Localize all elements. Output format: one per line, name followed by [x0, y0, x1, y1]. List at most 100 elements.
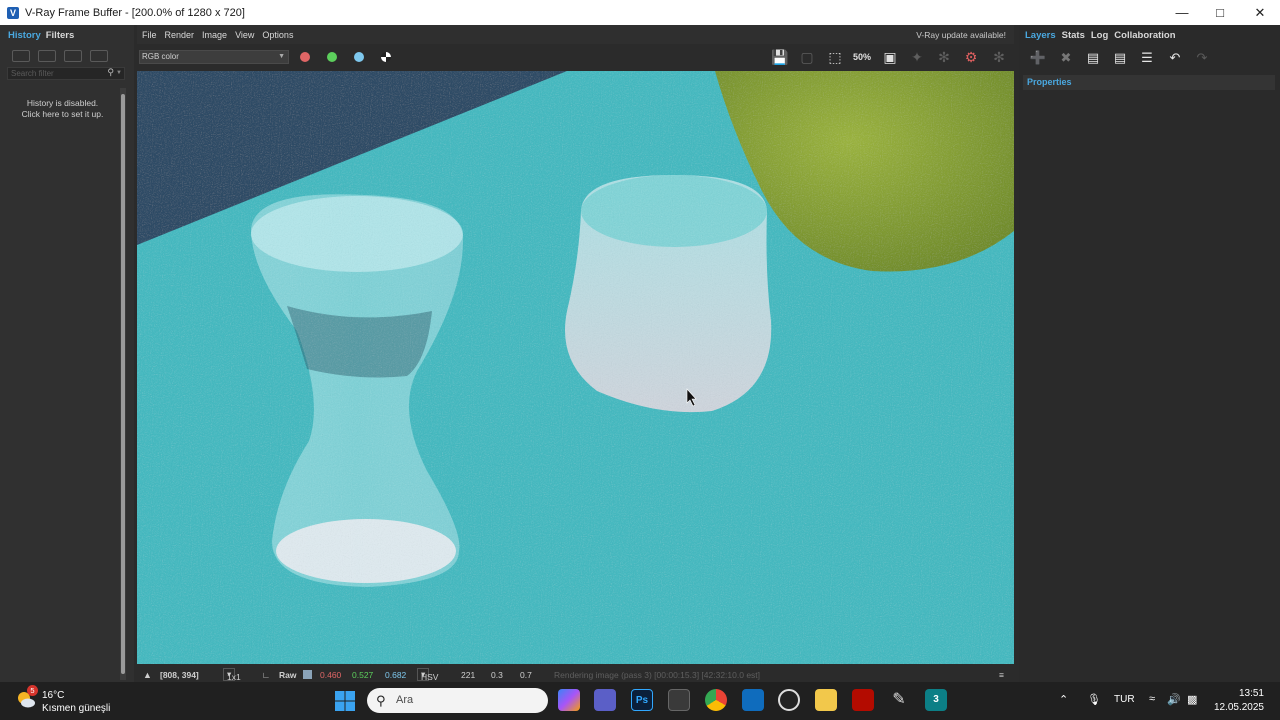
chevron-up-icon[interactable]: ⌃: [1059, 693, 1068, 706]
close-button[interactable]: ✕: [1240, 0, 1280, 25]
redo-icon[interactable]: ↷: [1192, 49, 1212, 67]
weather-badge: 5: [27, 685, 38, 696]
weather-text: 16°C Kısmen güneşli: [42, 689, 110, 715]
log-icon[interactable]: ≡: [999, 670, 1004, 680]
red-channel-toggle[interactable]: [300, 52, 310, 62]
history-remove-icon[interactable]: [90, 50, 108, 62]
3dsmax-icon[interactable]: 3: [925, 689, 947, 711]
vray-vision-icon[interactable]: [778, 689, 800, 711]
curve-icon[interactable]: ∟: [262, 670, 270, 680]
interactive-render-icon[interactable]: ✦: [907, 48, 927, 66]
volume-icon[interactable]: 🔊: [1167, 693, 1181, 706]
status-bar: ▲ [808, 394] 1x1 ▾ ∟ Raw 0.460 0.527 0.6…: [137, 667, 1014, 682]
clear-image-icon[interactable]: ▢: [797, 48, 817, 66]
left-panel-scrollbar[interactable]: [120, 88, 126, 680]
copilot-icon[interactable]: [558, 689, 580, 711]
microsoft-store-icon[interactable]: [668, 689, 690, 711]
history-ab-compare-icon[interactable]: [38, 50, 56, 62]
taskbar-clock[interactable]: 13:51 12.05.2025: [1214, 687, 1264, 715]
stop-render-icon[interactable]: ⚙: [961, 48, 981, 66]
history-setup-link[interactable]: Click here to set it up.: [0, 109, 125, 120]
tab-history[interactable]: History: [8, 30, 41, 41]
region-render-icon[interactable]: ⬚: [825, 48, 845, 66]
color-space-select[interactable]: HSV ▾: [417, 668, 438, 682]
color-mode[interactable]: Raw: [279, 670, 296, 680]
save-image-icon[interactable]: 💾: [770, 48, 790, 66]
properties-label: Properties: [1027, 77, 1072, 87]
menu-image[interactable]: Image: [202, 30, 227, 40]
layer-list-icon[interactable]: ☰: [1137, 49, 1157, 67]
pixel-coords: [808, 394]: [160, 670, 199, 680]
layers-toolbar: ➕ ✖ ▤ ▤ ☰ ↶ ↷: [1019, 45, 1280, 71]
history-save-icon[interactable]: [12, 50, 30, 62]
menu-file[interactable]: File: [142, 30, 157, 40]
tab-log[interactable]: Log: [1091, 30, 1108, 41]
scrollbar-thumb[interactable]: [121, 94, 125, 674]
properties-header: Properties: [1023, 75, 1275, 90]
history-disabled-message[interactable]: History is disabled. Click here to set i…: [0, 98, 125, 120]
tab-filters[interactable]: Filters: [46, 30, 75, 41]
photoshop-icon[interactable]: Ps: [631, 689, 653, 711]
battery-icon[interactable]: ▩: [1187, 693, 1197, 706]
tab-layers[interactable]: Layers: [1025, 30, 1056, 41]
chevron-down-icon[interactable]: ▼: [116, 68, 122, 79]
sampling-value: 1x1: [227, 672, 241, 682]
history-load-icon[interactable]: [64, 50, 82, 62]
render-last-icon[interactable]: ✻: [989, 48, 1009, 66]
render-image: [137, 71, 1014, 664]
mail-icon[interactable]: [742, 689, 764, 711]
history-toolbar: [0, 45, 134, 67]
alpha-channel-toggle[interactable]: [381, 52, 391, 62]
pen-tool-icon[interactable]: ✎: [888, 689, 910, 711]
undo-icon[interactable]: ↶: [1165, 49, 1185, 67]
sampling-select[interactable]: 1x1 ▾: [223, 668, 241, 682]
windows-start-icon[interactable]: [334, 690, 356, 712]
search-filter-placeholder: Search filter: [11, 69, 54, 78]
vfb-toolbar: RGB color ▼ 💾 ▢ ⬚ 50% ▣ ✦ ✻ ⚙ ✻: [137, 44, 1014, 71]
chrome-icon[interactable]: [705, 689, 727, 711]
left-panel: History Filters Search filter ⚲ ▼ Histor…: [0, 25, 134, 682]
wifi-icon[interactable]: ≈: [1149, 693, 1155, 705]
saturation-value: 0.3: [491, 670, 503, 680]
acrobat-icon[interactable]: [852, 689, 874, 711]
window-titlebar[interactable]: V V-Ray Frame Buffer - [200.0% of 1280 x…: [0, 0, 1280, 25]
microphone-icon[interactable]: 🎙: [1087, 693, 1101, 706]
color-space-value: HSV: [421, 672, 439, 682]
windows-taskbar: 16°C Kısmen güneşli 5 ⚲ Ara Ps ✎ 3 ⌃ 🎙 T…: [0, 682, 1280, 720]
tab-collaboration[interactable]: Collaboration: [1114, 30, 1175, 41]
clock-date: 12.05.2025: [1213, 702, 1264, 713]
value-value: 0.7: [520, 670, 532, 680]
render-progress-message: Rendering image (pass 3) [00:00:15.3] [4…: [554, 670, 761, 680]
zoom-50-icon[interactable]: 50%: [852, 48, 872, 66]
language-indicator[interactable]: TUR: [1114, 694, 1135, 705]
tab-stats[interactable]: Stats: [1062, 30, 1085, 41]
load-layer-tree-icon[interactable]: ▤: [1110, 49, 1130, 67]
menu-options[interactable]: Options: [262, 30, 293, 40]
menu-bar: File Render Image View Options V-Ray upd…: [137, 25, 1014, 44]
update-notice[interactable]: V-Ray update available!: [916, 30, 1006, 40]
maximize-button[interactable]: □: [1200, 0, 1240, 25]
search-filter-input[interactable]: Search filter ⚲ ▼: [7, 67, 125, 80]
history-disabled-line: History is disabled.: [26, 98, 99, 108]
save-layer-tree-icon[interactable]: ▤: [1083, 49, 1103, 67]
add-layer-icon[interactable]: ➕: [1028, 49, 1048, 67]
left-panel-tabs: History Filters: [0, 25, 134, 45]
pixel-probe-icon[interactable]: ▲: [143, 670, 152, 680]
channel-select[interactable]: RGB color ▼: [139, 50, 289, 64]
taskbar-search-box[interactable]: ⚲ Ara: [367, 688, 548, 713]
minimize-button[interactable]: —: [1162, 0, 1202, 25]
menu-view[interactable]: View: [235, 30, 254, 40]
render-icon[interactable]: ✻: [934, 48, 954, 66]
right-panel: Layers Stats Log Collaboration ➕ ✖ ▤ ▤ ☰…: [1019, 25, 1280, 682]
3dsmax-label: 3: [933, 694, 939, 705]
track-mouse-icon[interactable]: ▣: [880, 48, 900, 66]
green-channel-toggle[interactable]: [327, 52, 337, 62]
teams-icon[interactable]: [594, 689, 616, 711]
search-icon: ⚲: [107, 67, 114, 77]
render-view[interactable]: [137, 71, 1014, 664]
blue-channel-toggle[interactable]: [354, 52, 364, 62]
blue-value: 0.682: [385, 670, 407, 680]
menu-render[interactable]: Render: [165, 30, 195, 40]
delete-layer-icon[interactable]: ✖: [1056, 49, 1076, 67]
file-explorer-icon[interactable]: [815, 689, 837, 711]
